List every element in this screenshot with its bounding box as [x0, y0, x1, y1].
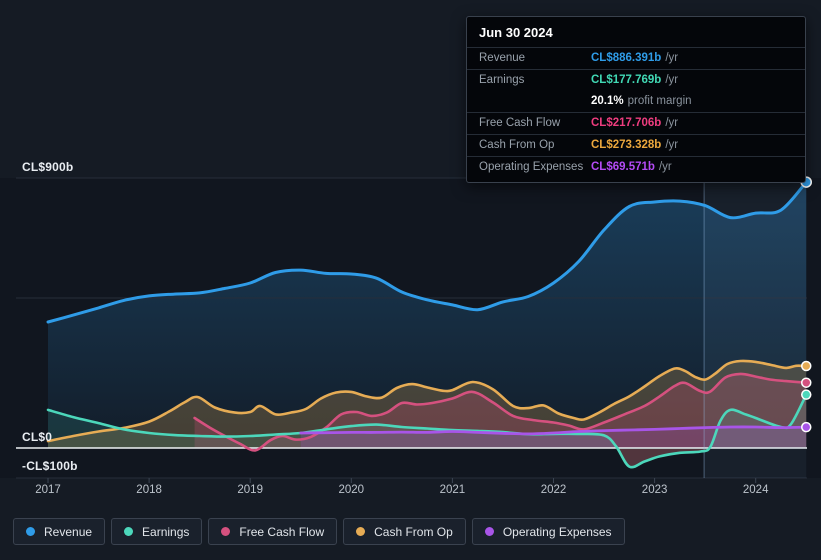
tooltip-row-label: Earnings: [479, 74, 525, 86]
tooltip-row-suffix: /yr: [665, 52, 679, 64]
x-axis-label: 2021: [439, 484, 466, 496]
tooltip-row-value: 20.1%: [591, 95, 624, 107]
tooltip-date: Jun 30 2024: [479, 25, 553, 40]
operating-expenses-dot-icon: [484, 527, 494, 536]
x-axis-label: 2023: [641, 484, 668, 496]
tooltip-row-label: Free Cash Flow: [479, 117, 561, 129]
tooltip-row-profit-margin: 20.1% profit margin: [467, 91, 805, 112]
tooltip-row-value: CL$177.769b: [591, 74, 662, 86]
chart-legend: Revenue Earnings Free Cash Flow Cash Fro…: [13, 518, 625, 545]
x-axis-label: 2022: [540, 484, 567, 496]
tooltip-row: Operating Expenses CL$69.571b /yr: [467, 156, 805, 178]
legend-item-earnings[interactable]: Earnings: [111, 518, 203, 545]
y-axis-label-900b: CL$900b: [22, 160, 74, 174]
legend-item-cash-from-op[interactable]: Cash From Op: [343, 518, 466, 545]
legend-item-label: Cash From Op: [374, 524, 453, 539]
tooltip-row-suffix: /yr: [665, 74, 679, 86]
x-axis-label: 2019: [237, 484, 263, 496]
tooltip-row: Revenue CL$886.391b /yr: [467, 47, 805, 69]
tooltip-row: Cash From Op CL$273.328b /yr: [467, 134, 805, 156]
tooltip-row-value: CL$69.571b: [591, 161, 655, 173]
tooltip-row-label: Cash From Op: [479, 139, 555, 151]
earnings-dot-icon: [124, 527, 134, 536]
tooltip-row-suffix: /yr: [665, 117, 679, 129]
tooltip-row-label: Revenue: [479, 52, 526, 64]
tooltip-row-value: CL$273.328b: [591, 139, 662, 151]
tooltip-row-label: Operating Expenses: [479, 161, 584, 173]
free-cash-flow-dot-icon: [221, 527, 231, 536]
x-axis-label: 2018: [136, 484, 162, 496]
tooltip-row: Earnings CL$177.769b /yr: [467, 69, 805, 91]
x-axis-label: 2017: [35, 484, 61, 496]
x-axis-label: 2020: [338, 484, 365, 496]
tooltip-row-value: CL$217.706b: [591, 117, 662, 129]
revenue-dot-icon: [26, 527, 35, 536]
tooltip-row-value: CL$886.391b: [591, 52, 662, 64]
legend-item-label: Revenue: [44, 524, 93, 539]
legend-item-revenue[interactable]: Revenue: [13, 518, 106, 545]
legend-item-operating-expenses[interactable]: Operating Expenses: [471, 518, 625, 545]
y-axis-label-zero: CL$0: [22, 430, 53, 444]
y-axis-label-neg100b: -CL$100b: [22, 459, 78, 473]
chart-tooltip: Jun 30 2024 Revenue CL$886.391b /yr Earn…: [466, 16, 806, 183]
legend-item-label: Free Cash Flow: [239, 524, 325, 539]
legend-item-label: Operating Expenses: [502, 524, 612, 539]
x-axis: 2017 2018 2019 2020 2021 2022 2023 2024: [0, 484, 821, 500]
earnings-revenue-history-chart: { "axis": { "y_top_label": "CL$900b", "y…: [0, 0, 821, 560]
tooltip-row-suffix: profit margin: [627, 95, 692, 107]
x-axis-label: 2024: [742, 484, 769, 496]
cash-from-op-dot-icon: [356, 527, 366, 536]
tooltip-row: Free Cash Flow CL$217.706b /yr: [467, 112, 805, 134]
legend-item-free-cash-flow[interactable]: Free Cash Flow: [208, 518, 338, 545]
tooltip-row-suffix: /yr: [665, 139, 679, 151]
legend-item-label: Earnings: [142, 524, 190, 539]
tooltip-row-suffix: /yr: [658, 161, 672, 173]
